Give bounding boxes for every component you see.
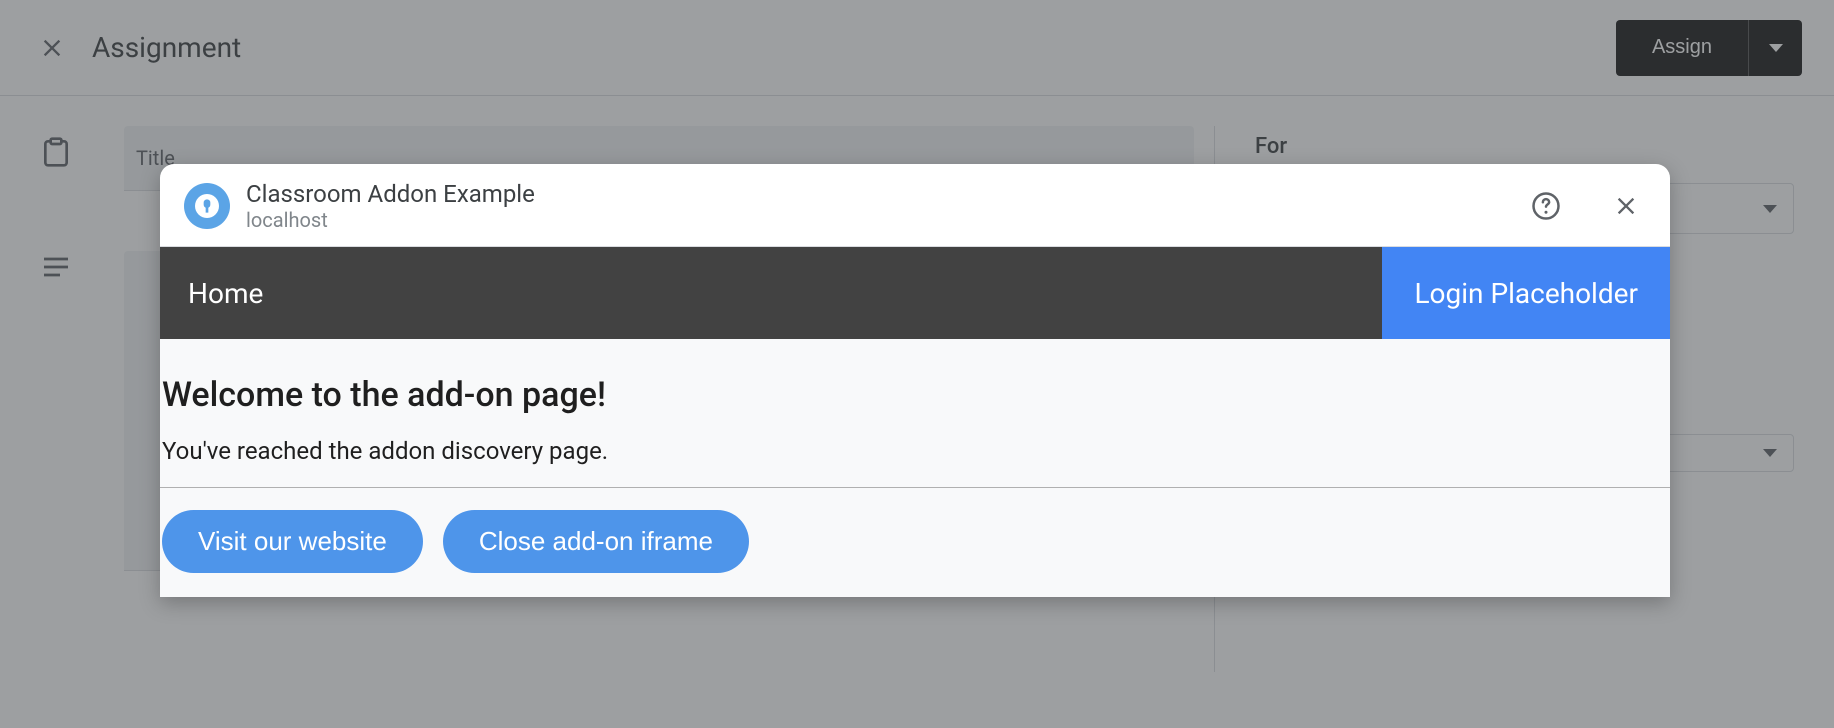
- addon-subtitle: localhost: [246, 208, 1510, 232]
- visit-website-button[interactable]: Visit our website: [162, 510, 423, 573]
- iframe-content-area: Welcome to the add-on page! You've reach…: [160, 339, 1670, 597]
- discovery-text: You've reached the addon discovery page.: [160, 437, 1670, 487]
- nav-login-tab[interactable]: Login Placeholder: [1382, 247, 1670, 339]
- close-modal-button[interactable]: [1606, 186, 1646, 226]
- addon-iframe: Home Login Placeholder Welcome to the ad…: [160, 247, 1670, 597]
- addon-modal-header: Classroom Addon Example localhost: [160, 164, 1670, 246]
- help-icon: [1531, 191, 1561, 221]
- iframe-button-row: Visit our website Close add-on iframe: [160, 510, 1670, 573]
- addon-title-block: Classroom Addon Example localhost: [246, 180, 1510, 233]
- close-iframe-button[interactable]: Close add-on iframe: [443, 510, 749, 573]
- content-divider: [160, 487, 1670, 488]
- addon-modal: Classroom Addon Example localhost Home L…: [160, 164, 1670, 597]
- close-icon: [1612, 192, 1640, 220]
- iframe-nav-bar: Home Login Placeholder: [160, 247, 1670, 339]
- nav-home-tab[interactable]: Home: [160, 247, 1382, 339]
- addon-logo-icon: [184, 183, 230, 229]
- addon-title: Classroom Addon Example: [246, 180, 1510, 209]
- help-button[interactable]: [1526, 186, 1566, 226]
- welcome-heading: Welcome to the add-on page!: [160, 375, 1670, 437]
